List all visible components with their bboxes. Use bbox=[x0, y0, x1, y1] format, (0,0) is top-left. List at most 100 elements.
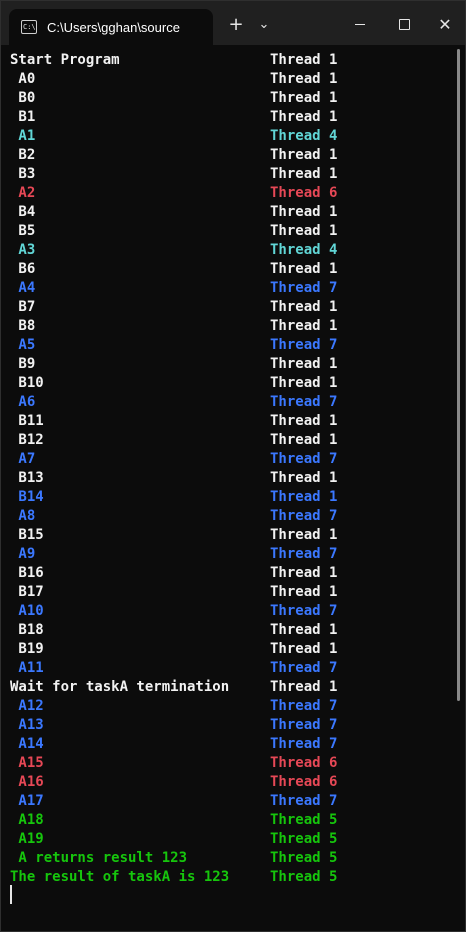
terminal-output[interactable]: Start Program Thread 1 A0 Thread 1 B0 Threa… bbox=[1, 49, 465, 932]
thread-id: Thread 4 bbox=[270, 242, 338, 258]
line-label: B15 bbox=[10, 527, 44, 543]
line-label: B8 bbox=[10, 318, 36, 334]
thread-id: Thread 7 bbox=[270, 508, 338, 524]
line-label: B19 bbox=[10, 641, 44, 657]
line-label: A3 bbox=[10, 242, 36, 258]
line-label: B2 bbox=[10, 147, 36, 163]
thread-id: Thread 6 bbox=[270, 755, 338, 771]
thread-id: Thread 1 bbox=[270, 356, 338, 372]
line-label: B17 bbox=[10, 584, 44, 600]
line-label: A10 bbox=[10, 603, 44, 619]
line-label: A2 bbox=[10, 185, 36, 201]
thread-id: Thread 1 bbox=[270, 565, 338, 581]
line-label: B1 bbox=[10, 109, 36, 125]
thread-id: Thread 7 bbox=[270, 337, 338, 353]
thread-id: Thread 7 bbox=[270, 546, 338, 562]
thread-id: Thread 5 bbox=[270, 850, 338, 866]
line-label: B11 bbox=[10, 413, 44, 429]
title-bar: C:\ C:\Users\gghan\source + ⌄ ✕ bbox=[1, 1, 465, 45]
thread-id: Thread 7 bbox=[270, 603, 338, 619]
line-label: A18 bbox=[10, 812, 44, 828]
profile-dropdown-button[interactable]: ⌄ bbox=[253, 11, 275, 37]
line-label: A12 bbox=[10, 698, 44, 714]
thread-id: Thread 1 bbox=[270, 204, 338, 220]
line-label: A11 bbox=[10, 660, 44, 676]
line-label: B0 bbox=[10, 90, 36, 106]
scrollbar[interactable] bbox=[457, 49, 460, 701]
line-label: A7 bbox=[10, 451, 36, 467]
line-label: A8 bbox=[10, 508, 36, 524]
line-label: B4 bbox=[10, 204, 36, 220]
line-label: Wait for taskA termination bbox=[10, 679, 230, 695]
thread-id: Thread 1 bbox=[270, 223, 338, 239]
line-label: B18 bbox=[10, 622, 44, 638]
minimize-button[interactable] bbox=[337, 11, 383, 37]
thread-id: Thread 7 bbox=[270, 280, 338, 296]
line-label: A17 bbox=[10, 793, 44, 809]
tab-title: C:\Users\gghan\source bbox=[47, 19, 180, 35]
thread-id: Thread 5 bbox=[270, 869, 338, 885]
thread-id: Thread 1 bbox=[270, 375, 338, 391]
line-label: A14 bbox=[10, 736, 44, 752]
line-label: B16 bbox=[10, 565, 44, 581]
thread-id: Thread 1 bbox=[270, 622, 338, 638]
terminal-icon: C:\ bbox=[21, 20, 37, 34]
thread-id: Thread 1 bbox=[270, 318, 338, 334]
thread-id: Thread 1 bbox=[270, 299, 338, 315]
close-button[interactable]: ✕ bbox=[423, 11, 466, 37]
text-cursor bbox=[10, 885, 12, 904]
thread-id: Thread 1 bbox=[270, 147, 338, 163]
thread-id: Thread 1 bbox=[270, 527, 338, 543]
thread-id: Thread 1 bbox=[270, 470, 338, 486]
thread-id: Thread 4 bbox=[270, 128, 338, 144]
thread-id: Thread 1 bbox=[270, 489, 338, 505]
thread-id: Thread 7 bbox=[270, 660, 338, 676]
thread-id: Thread 1 bbox=[270, 432, 338, 448]
line-label: B9 bbox=[10, 356, 36, 372]
thread-id: Thread 6 bbox=[270, 774, 338, 790]
line-label: A13 bbox=[10, 717, 44, 733]
thread-id: Thread 1 bbox=[270, 71, 338, 87]
thread-id: Thread 1 bbox=[270, 166, 338, 182]
thread-id: Thread 7 bbox=[270, 394, 338, 410]
thread-id: Thread 1 bbox=[270, 109, 338, 125]
thread-id: Thread 1 bbox=[270, 641, 338, 657]
minimize-icon bbox=[355, 23, 365, 25]
thread-id: Thread 5 bbox=[270, 831, 338, 847]
thread-id: Thread 7 bbox=[270, 736, 338, 752]
thread-id: Thread 5 bbox=[270, 812, 338, 828]
line-label: B6 bbox=[10, 261, 36, 277]
thread-id: Thread 1 bbox=[270, 413, 338, 429]
thread-id: Thread 7 bbox=[270, 451, 338, 467]
line-label: A9 bbox=[10, 546, 36, 562]
line-label: A19 bbox=[10, 831, 44, 847]
thread-id: Thread 1 bbox=[270, 261, 338, 277]
thread-id: Thread 1 bbox=[270, 584, 338, 600]
line-label: A0 bbox=[10, 71, 36, 87]
terminal-window: C:\ C:\Users\gghan\source + ⌄ ✕ Start Pr… bbox=[0, 0, 466, 932]
maximize-button[interactable] bbox=[381, 11, 427, 37]
line-label: A5 bbox=[10, 337, 36, 353]
line-label: A16 bbox=[10, 774, 44, 790]
line-label: B10 bbox=[10, 375, 44, 391]
new-tab-button[interactable]: + bbox=[223, 11, 249, 37]
thread-id: Thread 1 bbox=[270, 679, 338, 695]
line-label: A4 bbox=[10, 280, 36, 296]
line-label: A returns result 123 bbox=[10, 850, 188, 866]
thread-id: Thread 1 bbox=[270, 52, 338, 68]
line-label: A1 bbox=[10, 128, 36, 144]
thread-id: Thread 7 bbox=[270, 793, 338, 809]
line-label: B13 bbox=[10, 470, 44, 486]
thread-id: Thread 7 bbox=[270, 717, 338, 733]
line-label: B14 bbox=[10, 489, 44, 505]
maximize-icon bbox=[398, 18, 410, 30]
line-label: A15 bbox=[10, 755, 44, 771]
line-label: A6 bbox=[10, 394, 36, 410]
line-label: B7 bbox=[10, 299, 36, 315]
thread-id: Thread 6 bbox=[270, 185, 338, 201]
line-label: B3 bbox=[10, 166, 36, 182]
line-label: B12 bbox=[10, 432, 44, 448]
thread-id: Thread 7 bbox=[270, 698, 338, 714]
thread-id: Thread 1 bbox=[270, 90, 338, 106]
terminal-tab[interactable]: C:\ C:\Users\gghan\source bbox=[9, 9, 213, 45]
